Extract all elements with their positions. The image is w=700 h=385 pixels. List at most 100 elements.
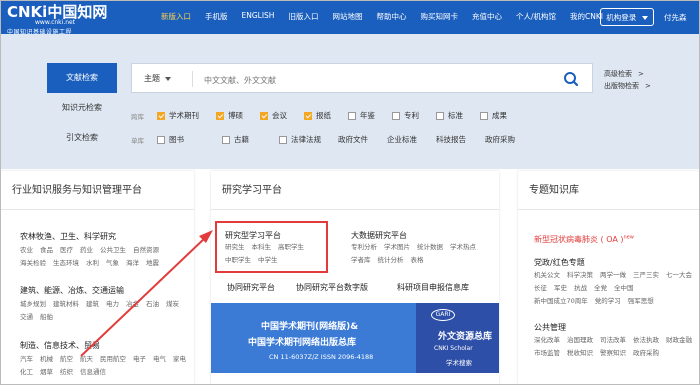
checkbox-journal[interactable]: 学术期刊 — [157, 110, 199, 121]
nav-help[interactable]: 帮助中心 — [376, 11, 406, 22]
link-item[interactable]: 航天 — [80, 353, 93, 366]
link-item[interactable]: 电气 — [153, 353, 166, 366]
link-item[interactable]: 冶金 — [126, 298, 139, 311]
link-item[interactable]: 煤炭 — [166, 298, 179, 311]
link-item[interactable]: 深化改革 — [534, 334, 560, 347]
link-item[interactable]: 纺织 — [60, 366, 73, 379]
search-field-select[interactable]: 主题 — [144, 73, 171, 84]
covid-promo-link[interactable]: 新型冠状病毒肺炎 ( OA )new — [534, 234, 634, 245]
link-item[interactable]: 交通 — [20, 311, 33, 324]
checkbox-standard[interactable]: 标准 — [436, 110, 463, 121]
tab-knowledge-search[interactable]: 知识元检索 — [47, 93, 117, 123]
link-item[interactable]: 信息通信 — [80, 366, 106, 379]
link-item[interactable]: 机械 — [40, 353, 53, 366]
nav-english[interactable]: ENGLISH — [242, 11, 275, 22]
link-tech-report[interactable]: 科技报告 — [436, 134, 466, 145]
collab-platform-link[interactable]: 协同研究平台 — [227, 282, 275, 293]
link-gov-docs[interactable]: 政府文件 — [338, 134, 368, 145]
link-item[interactable]: 民用航空 — [100, 353, 126, 366]
checkbox-yearbook[interactable]: 年鉴 — [348, 110, 375, 121]
checkbox-patent[interactable]: 专利 — [392, 110, 419, 121]
nav-new-entry[interactable]: 新版入口 — [161, 11, 191, 22]
link-item[interactable]: 学术热点 — [450, 241, 476, 254]
cnki-logo[interactable]: CNKi中国知网 www.cnki.net 中国知识基础设施工程 — [7, 5, 107, 37]
link-item[interactable]: 统计分析 — [378, 254, 404, 267]
publication-search-link[interactable]: 出版物检索 > — [604, 80, 651, 92]
institution-login-button[interactable]: 机构登录 — [600, 8, 654, 26]
checkbox-conference[interactable]: 会议 — [260, 110, 287, 121]
link-item[interactable]: 两学一做 — [600, 269, 626, 282]
bigdata-platform-title[interactable]: 大数据研究平台 — [351, 230, 407, 241]
link-item[interactable]: 税收知识 — [567, 347, 593, 360]
link-item[interactable]: 建筑 — [86, 298, 99, 311]
link-item[interactable]: 船舶 — [40, 311, 53, 324]
link-item[interactable]: 电子 — [133, 353, 146, 366]
checkbox-achievement[interactable]: 成果 — [480, 110, 507, 121]
search-button[interactable] — [560, 70, 582, 88]
link-item[interactable]: 学术图片 — [384, 241, 410, 254]
link-item[interactable]: 水利 — [86, 257, 99, 270]
link-item[interactable]: 全党 — [594, 282, 607, 295]
category-public-admin[interactable]: 公共管理 — [534, 322, 566, 333]
checkbox-books[interactable]: 图书 — [157, 134, 184, 145]
link-item[interactable]: 警察知识 — [600, 347, 626, 360]
link-item[interactable]: 电力 — [106, 298, 119, 311]
link-item[interactable]: 强军思想 — [628, 295, 654, 308]
link-item[interactable]: 长征 — [534, 282, 547, 295]
link-item[interactable]: 化工 — [20, 366, 33, 379]
user-name[interactable]: 付先森 — [664, 12, 687, 23]
checkbox-thesis[interactable]: 博硕 — [216, 110, 243, 121]
tab-citation-search[interactable]: 引文检索 — [47, 123, 117, 153]
link-item[interactable]: 农业 — [20, 244, 33, 257]
link-item[interactable]: 家电 — [173, 353, 186, 366]
nav-old-entry[interactable]: 旧版入口 — [288, 11, 318, 22]
checkbox-newspaper[interactable]: 报纸 — [304, 110, 331, 121]
link-item[interactable]: 城乡规划 — [20, 298, 46, 311]
link-item[interactable]: 七一大会 — [666, 269, 692, 282]
link-item[interactable]: 生态环境 — [53, 257, 79, 270]
link-item[interactable]: 专利分析 — [351, 241, 377, 254]
link-item[interactable]: 烟草 — [40, 366, 53, 379]
link-item[interactable]: 三严三实 — [633, 269, 659, 282]
link-item[interactable]: 新中国成立70周年 — [534, 295, 588, 308]
checkbox-ancient-books[interactable]: 古籍 — [222, 134, 249, 145]
link-item[interactable]: 汽车 — [20, 353, 33, 366]
tab-literature-search[interactable]: 文献检索 — [47, 63, 117, 93]
link-enterprise-standard[interactable]: 企业标准 — [387, 134, 417, 145]
advanced-search-link[interactable]: 高级检索 > — [604, 68, 651, 80]
link-item[interactable]: 海洋 — [126, 257, 139, 270]
link-item[interactable]: 科学决策 — [567, 269, 593, 282]
category-agriculture[interactable]: 农林牧渔、卫生、科学研究 — [20, 231, 116, 242]
link-item[interactable]: 医疗 — [60, 244, 73, 257]
link-gov-procurement[interactable]: 政府采购 — [485, 134, 515, 145]
link-item[interactable]: 公共卫生 — [100, 244, 126, 257]
link-item[interactable]: 依法执政 — [633, 334, 659, 347]
link-item[interactable]: 机关公文 — [534, 269, 560, 282]
category-construction[interactable]: 建筑、能源、冶炼、交通运输 — [20, 285, 124, 296]
link-item[interactable]: 石油 — [146, 298, 159, 311]
checkbox-laws[interactable]: 法律法规 — [279, 134, 321, 145]
link-item[interactable]: 全中国 — [614, 282, 634, 295]
link-item[interactable]: 抗战 — [574, 282, 587, 295]
foreign-resources-banner[interactable]: GARI 外文资源总库 CNKI Scholar 学术搜索 — [416, 303, 499, 373]
nav-mobile[interactable]: 手机版 — [205, 11, 228, 22]
link-item[interactable]: 市场监管 — [534, 347, 560, 360]
category-manufacturing[interactable]: 制造、信息技术、贸易 — [20, 340, 100, 351]
nav-my-cnki[interactable]: 我的CNKI — [570, 11, 603, 22]
link-item[interactable]: 司法改革 — [600, 334, 626, 347]
link-item[interactable]: 自然资源 — [133, 244, 159, 257]
link-item[interactable]: 表格 — [411, 254, 424, 267]
link-item[interactable]: 治国理政 — [567, 334, 593, 347]
link-item[interactable]: 食品 — [40, 244, 53, 257]
nav-sitemap[interactable]: 网站地图 — [332, 11, 362, 22]
collab-digital-link[interactable]: 协同研究平台数字版 — [296, 282, 368, 293]
link-item[interactable]: 政府采购 — [633, 347, 659, 360]
link-item[interactable]: 气象 — [106, 257, 119, 270]
category-party[interactable]: 党政/红色专题 — [534, 257, 585, 268]
link-item[interactable]: 党的学习 — [595, 295, 621, 308]
journal-banner[interactable]: 中国学术期刊(网络版)& 中国学术期刊网络出版总库 CN 11-6037Z/Z … — [211, 303, 416, 373]
link-item[interactable]: 学者库 — [351, 254, 371, 267]
nav-buy-card[interactable]: 购买知网卡 — [420, 11, 458, 22]
link-item[interactable]: 建筑材料 — [53, 298, 79, 311]
project-db-link[interactable]: 科研项目申报信息库 — [397, 282, 469, 293]
